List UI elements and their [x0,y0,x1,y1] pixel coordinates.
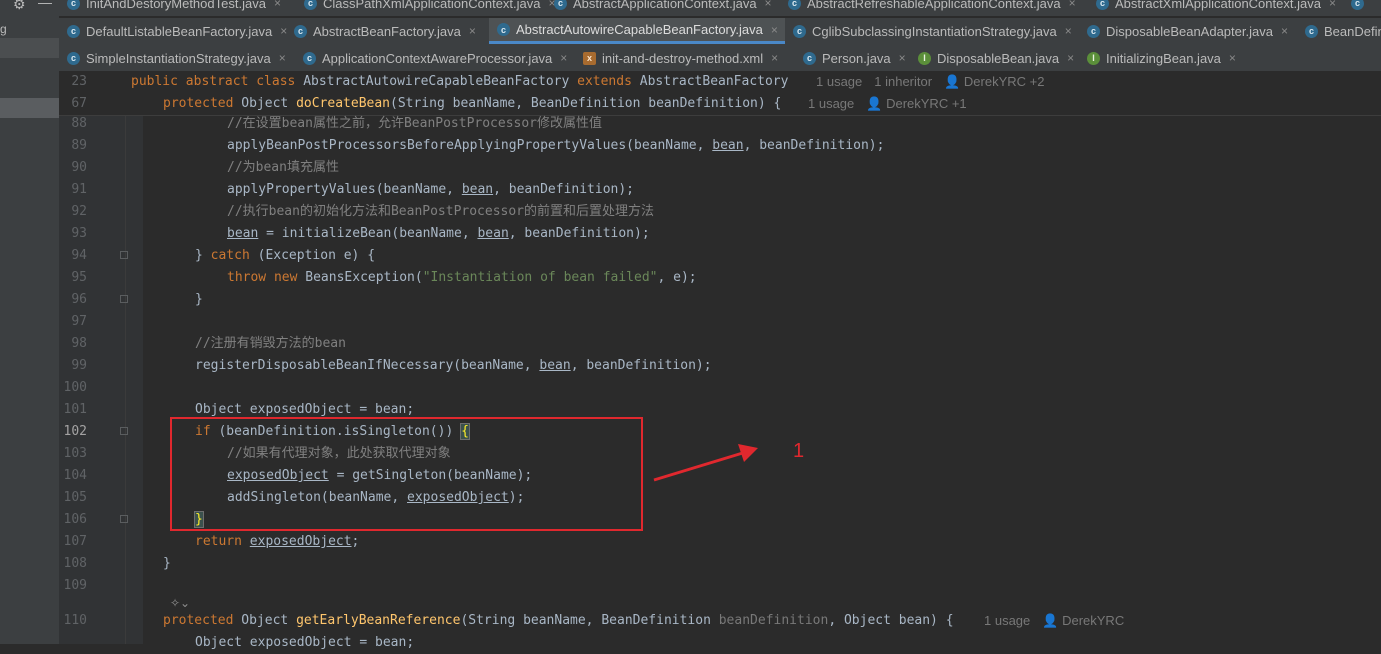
tab-application-context-aware-processor[interactable]: c ApplicationContextAwareProcessor.java × [295,45,575,71]
minimize-icon[interactable]: — [38,0,52,10]
fold-marker[interactable] [120,427,128,435]
code-line: 94} catch (Exception e) { [71,248,376,263]
tab-init-and-destory-method-test[interactable]: c InitAndDestoryMethodTest.java × [59,0,296,16]
gear-icon[interactable]: ⚙ [13,0,26,13]
tab-abstract-xml-application-context[interactable]: c AbstractXmlApplicationContext.java × [1088,0,1338,16]
class-icon: c [793,24,806,38]
code-line: 99 registerDisposableBeanIfNecessary(bean… [71,358,712,373]
code-line: 92//执行bean的初始化方法和BeanPostProcessor的前置和后置… [71,204,655,219]
code-line: 88//在设置bean属性之前，允许BeanPostProcessor修改属性值 [71,116,603,131]
tab-init-and-destroy-method-xml[interactable]: x init-and-destroy-method.xml × [575,45,795,71]
project-tree-selected-row[interactable] [0,98,59,118]
close-icon[interactable]: × [1229,51,1236,65]
tab-disposable-bean[interactable]: I DisposableBean.java × [910,45,1079,71]
ai-assistant-icon[interactable]: ✧⌄ [170,596,190,610]
code-line: 89 applyBeanPostProcessorsBeforeApplyingP… [71,138,885,153]
code-line: Object exposedObject = bean; [195,635,415,650]
class-icon: c [1305,24,1318,38]
tab-abstract-application-context[interactable]: c AbstractApplicationContext.java × [546,0,780,16]
project-tree-fragment: g [0,22,7,36]
class-icon: c [1096,0,1109,10]
class-icon: c [67,0,80,10]
class-icon: c [1087,24,1100,38]
tab-abstract-bean-factory[interactable]: c AbstractBeanFactory.java × [286,18,489,44]
tab-class-path-xml-application-context[interactable]: c ClassPathXmlApplicationContext.java × [296,0,556,16]
tab-bean-definition[interactable]: c BeanDefin [1297,18,1381,44]
class-icon: c [803,51,816,65]
class-icon: c [554,0,567,10]
close-icon[interactable]: × [1281,24,1288,38]
class-icon: c [1351,0,1364,10]
close-icon[interactable]: × [1069,0,1076,10]
code-line: 100 [63,380,87,395]
class-icon: c [67,24,80,38]
tab-cglib-subclassing-instantiation-strategy[interactable]: c CglibSubclassingInstantiationStrategy.j… [785,18,1079,44]
interface-icon: I [918,51,931,65]
editor-tabs-row-1: c InitAndDestoryMethodTest.java × c ClassPa… [59,0,1381,17]
fold-marker[interactable] [120,515,128,523]
code-line: 90//为bean填充属性 [71,160,339,175]
annotation-arrow-icon [653,444,758,482]
author-hint: 👤 DerekYRC [1042,613,1125,628]
code-line: 107 return exposedObject; [63,534,360,549]
tab-person[interactable]: c Person.java × [795,45,910,71]
class-icon: c [304,0,317,10]
class-icon: c [294,24,307,38]
close-icon[interactable]: × [469,24,476,38]
project-tree-row[interactable] [0,38,59,58]
class-icon: c [497,23,510,36]
close-icon[interactable]: × [274,0,281,10]
tab-initializing-bean[interactable]: I InitializingBean.java × [1079,45,1249,71]
close-icon[interactable]: × [765,0,772,10]
code-line: 109 [63,578,87,593]
close-icon[interactable]: × [1067,51,1074,65]
fold-marker[interactable] [120,295,128,303]
close-icon[interactable]: × [1329,0,1336,10]
tab-abstract-autowire-capable-bean-factory[interactable]: c AbstractAutowireCapableBeanFactory.java… [489,18,785,44]
code-line: 108} [63,556,171,571]
author-hint: 👤 DerekYRC +1 [866,96,967,111]
interface-icon: I [1087,51,1100,65]
code-line: 91 applyPropertyValues(beanName, bean, be… [71,182,635,197]
usage-hint[interactable]: 1 usage 👤 DerekYRC +1 [808,93,967,115]
tab-simple-instantiation-strategy[interactable]: c SimpleInstantiationStrategy.java × [59,45,295,71]
close-icon[interactable]: × [771,51,778,65]
highlight-box [170,417,643,531]
tab-overflow[interactable]: c [1343,0,1381,16]
close-icon[interactable]: × [560,51,567,65]
close-icon[interactable]: × [1065,24,1072,38]
code-line: 96} [71,292,203,307]
tab-default-listable-bean-factory[interactable]: c DefaultListableBeanFactory.java × [59,18,287,44]
code-line: 23 public abstract class AbstractAutowir… [59,71,1381,93]
code-line: 67 protected Object doCreateBean(String … [59,93,1381,115]
project-panel: ⚙ — g [0,0,59,644]
editor-tabs-row-2: c DefaultListableBeanFactory.java × c Abstr… [59,18,1381,46]
tab-abstract-refreshable-application-context[interactable]: c AbstractRefreshableApplicationContext.j… [780,0,1088,16]
code-line: 95 throw new BeansException("Instantiatio… [71,270,697,285]
editor-tabs-row-3: c SimpleInstantiationStrategy.java × c Appl… [59,45,1381,72]
sticky-scroll-header: 23 public abstract class AbstractAutowir… [59,71,1381,116]
tab-disposable-bean-adapter[interactable]: c DisposableBeanAdapter.java × [1079,18,1297,44]
code-line: 93 bean = initializeBean(beanName, bean, … [71,226,650,241]
class-icon: c [67,51,80,65]
usage-hint[interactable]: 1 usage 1 inheritor 👤 DerekYRC +2 [816,71,1044,93]
code-line: 110 protected Object getEarlyBeanReferenc… [59,610,1381,632]
code-line: 97 [71,314,87,329]
author-hint: 👤 DerekYRC +2 [944,74,1045,89]
annotation-label: 1 [793,440,805,462]
usage-hint[interactable]: 1 usage 👤 DerekYRC [984,610,1124,632]
close-icon[interactable]: × [771,23,778,37]
close-icon[interactable]: × [899,51,906,65]
code-editor[interactable]: 23 public abstract class AbstractAutowir… [59,71,1381,650]
xml-file-icon: x [583,51,596,65]
class-icon: c [788,0,801,10]
close-icon[interactable]: × [279,51,286,65]
fold-marker[interactable] [120,251,128,259]
class-icon: c [303,51,316,65]
code-line: 98//注册有销毁方法的bean [71,336,346,351]
